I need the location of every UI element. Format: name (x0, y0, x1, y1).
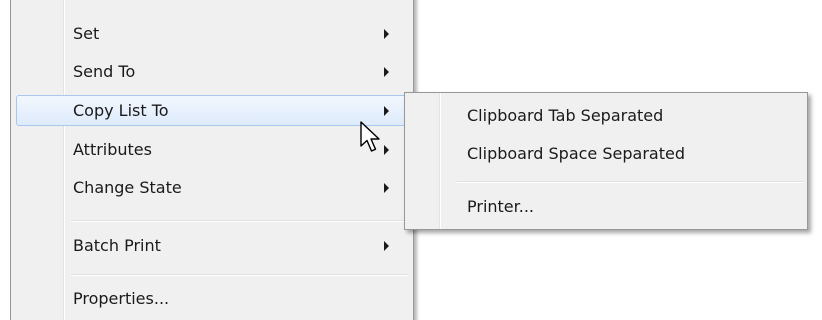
menu-item-label: Set (73, 24, 100, 43)
submenu-arrow-icon (384, 183, 389, 193)
menu-item-copy-list-to[interactable]: Copy List To (16, 95, 408, 126)
menu-item-send-to[interactable]: Send To (16, 56, 408, 87)
submenu-arrow-icon (384, 29, 389, 39)
screen: Set Send To Copy List To Attributes Chan… (0, 0, 822, 320)
menu-item-label: Attributes (73, 140, 152, 159)
menu-item-label: Copy List To (73, 101, 169, 120)
submenu-arrow-icon (384, 241, 389, 251)
context-menu: Set Send To Copy List To Attributes Chan… (10, 0, 414, 320)
menu-item-label: Batch Print (73, 236, 161, 255)
submenu-item-label: Clipboard Tab Separated (467, 106, 664, 125)
submenu-item-label: Clipboard Space Separated (467, 144, 685, 163)
submenu-item-clipboard-tab-separated[interactable]: Clipboard Tab Separated (408, 101, 804, 132)
submenu-item-clipboard-space-separated[interactable]: Clipboard Space Separated (408, 139, 804, 170)
submenu-arrow-icon (384, 145, 389, 155)
menu-item-label: Properties... (73, 289, 170, 308)
menu-item-label: Send To (73, 62, 136, 81)
menu-item-batch-print[interactable]: Batch Print (16, 230, 408, 261)
submenu-arrow-icon (384, 106, 389, 116)
mouse-pointer-icon (360, 121, 380, 152)
menu-separator (71, 220, 408, 222)
menu-item-set[interactable]: Set (16, 18, 408, 49)
copy-list-to-submenu: Clipboard Tab Separated Clipboard Space … (404, 92, 808, 230)
menu-item-label: Change State (73, 178, 182, 197)
submenu-item-label: Printer... (467, 197, 535, 216)
menu-separator (71, 274, 408, 276)
submenu-separator (457, 181, 803, 183)
submenu-item-printer[interactable]: Printer... (408, 192, 804, 223)
menu-item-attributes[interactable]: Attributes (16, 134, 408, 165)
menu-item-properties[interactable]: Properties... (16, 283, 408, 314)
menu-item-change-state[interactable]: Change State (16, 172, 408, 203)
submenu-arrow-icon (384, 67, 389, 77)
